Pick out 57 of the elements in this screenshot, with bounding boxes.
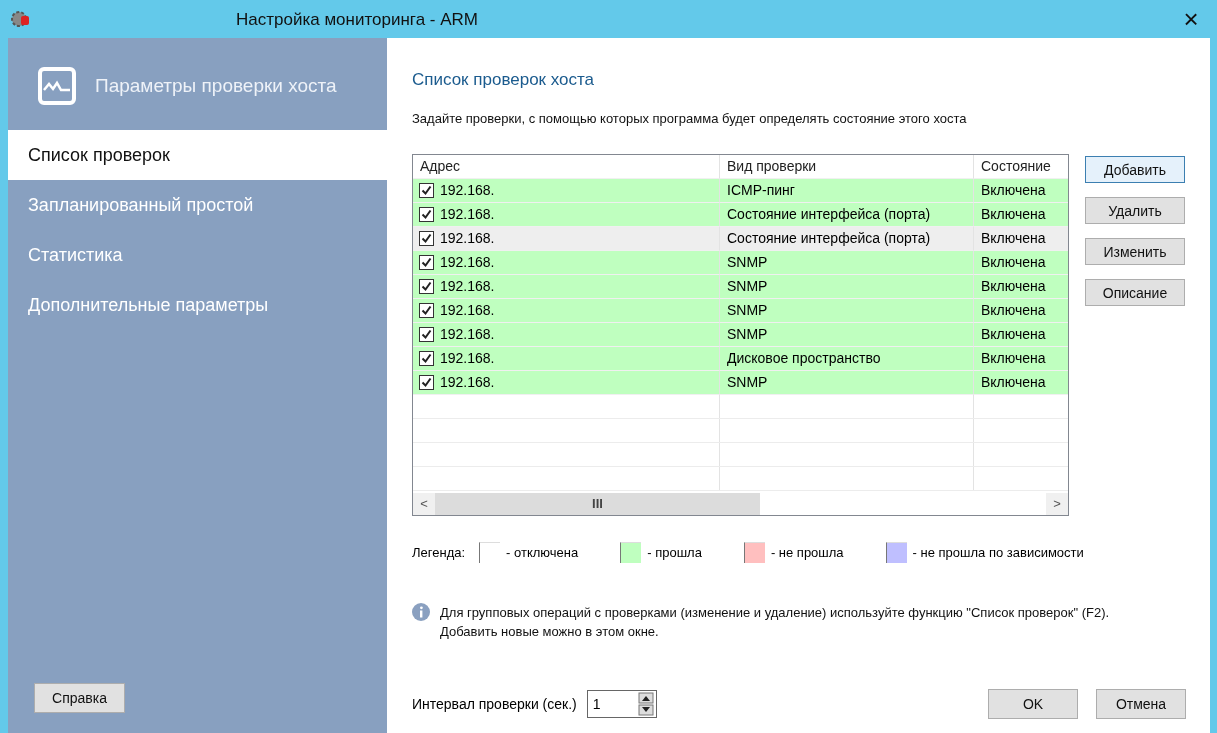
- info-text: Для групповых операций с проверками (изменение и удаление) используйте функцию "Список проверок" (F2). Добавить новые можно в этом окне.: [440, 604, 1111, 641]
- spin-arrows-icon[interactable]: [637, 692, 654, 716]
- checkbox[interactable]: [419, 375, 434, 390]
- address-text: 192.168.: [440, 349, 495, 368]
- table-row[interactable]: 192.168. Состояние интерфейса (порта) Включена: [413, 203, 1068, 227]
- sidebar-item[interactable]: Список проверок: [8, 130, 387, 180]
- scrollbar-thumb[interactable]: III: [435, 493, 760, 515]
- address-text: 192.168.: [440, 325, 495, 344]
- table-cell: SNMP: [720, 371, 974, 395]
- interval-label: Интервал проверки (сек.): [412, 696, 577, 712]
- table-row[interactable]: 192.168. SNMP Включена: [413, 299, 1068, 323]
- checkbox[interactable]: [419, 303, 434, 318]
- interval-spinbox[interactable]: 1: [586, 690, 657, 718]
- legend-label: Легенда:: [412, 545, 466, 560]
- address-text: 192.168.: [440, 277, 495, 296]
- table-row[interactable]: 192.168. Дисковое пространство Включена: [413, 347, 1068, 371]
- checkbox[interactable]: [419, 207, 434, 222]
- address-text: 192.168.: [440, 301, 495, 320]
- address-text: 192.168.: [440, 205, 495, 224]
- description-text: Задайте проверки, с помощью которых программа будет определять состояние этого хоста: [412, 111, 968, 126]
- legend-text: - отключена: [506, 545, 579, 560]
- checkbox[interactable]: [419, 231, 434, 246]
- scroll-right-button[interactable]: >: [1046, 493, 1068, 515]
- table-row[interactable]: 192.168. SNMP Включена: [413, 323, 1068, 347]
- address-text: 192.168.: [440, 181, 495, 200]
- info-icon: [412, 603, 430, 621]
- action-button[interactable]: Описание: [1085, 279, 1185, 306]
- dialog-button[interactable]: OK: [988, 689, 1078, 719]
- checkbox[interactable]: [419, 183, 434, 198]
- monitor-pulse-icon: [37, 66, 77, 106]
- table-cell: Включена: [974, 371, 1068, 395]
- address-text: 192.168.: [440, 373, 495, 392]
- app-icon: [10, 8, 32, 30]
- table-row[interactable]: 192.168. SNMP Включена: [413, 371, 1068, 395]
- scroll-left-button[interactable]: <: [413, 493, 435, 515]
- action-button[interactable]: Изменить: [1085, 238, 1185, 265]
- table-row[interactable]: 192.168. Состояние интерфейса (порта) Включена: [413, 227, 1068, 251]
- close-button[interactable]: ×: [1171, 2, 1211, 36]
- checkbox[interactable]: [419, 351, 434, 366]
- table-row[interactable]: 192.168. SNMP Включена: [413, 275, 1068, 299]
- table-row[interactable]: 192.168. SNMP Включена: [413, 251, 1068, 275]
- action-button[interactable]: Добавить: [1085, 156, 1185, 183]
- help-button[interactable]: Справка: [34, 683, 125, 713]
- action-button[interactable]: Удалить: [1085, 197, 1185, 224]
- checkbox[interactable]: [419, 327, 434, 342]
- address-text: 192.168.: [440, 253, 495, 272]
- legend-text: - не прошла по зависимости: [912, 545, 1084, 560]
- section-title: Список проверок хоста: [412, 70, 596, 90]
- table-row[interactable]: 192.168. ICMP-пинг Включена: [413, 179, 1068, 203]
- dialog-button[interactable]: Отмена: [1096, 689, 1186, 719]
- legend-text: - прошла: [647, 545, 702, 560]
- window-title: Настройка мониторинга - ARM: [236, 10, 478, 30]
- address-text: 192.168.: [440, 229, 495, 248]
- sidebar-title: Параметры проверки хоста: [95, 75, 337, 97]
- checkbox[interactable]: [419, 279, 434, 294]
- legend-text: - не прошла: [770, 545, 844, 560]
- checkbox[interactable]: [419, 255, 434, 270]
